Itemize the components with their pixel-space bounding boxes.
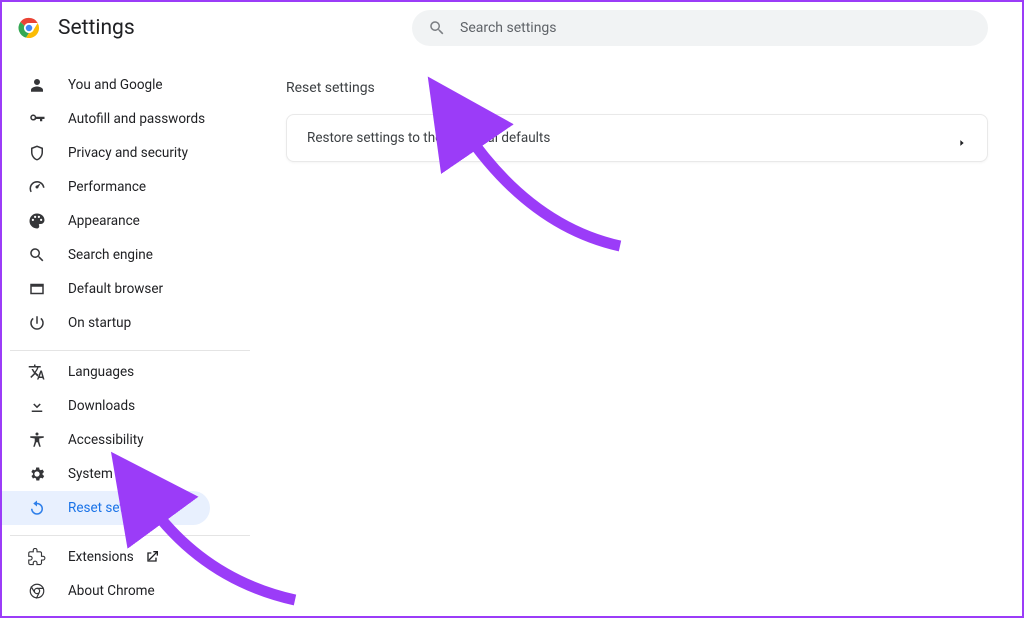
page-title: Settings — [58, 16, 135, 40]
sidebar-item-on-startup[interactable]: On startup — [0, 306, 210, 340]
translate-icon — [28, 363, 46, 381]
extension-icon — [28, 548, 46, 566]
open-external-icon — [144, 549, 160, 565]
person-icon — [28, 76, 46, 94]
reset-card: Restore settings to their original defau… — [286, 114, 988, 162]
search-icon — [28, 246, 46, 264]
chevron-right-icon — [957, 133, 967, 143]
accessibility-icon — [28, 431, 46, 449]
appearance-icon — [28, 212, 46, 230]
sidebar-item-search-engine[interactable]: Search engine — [0, 238, 210, 272]
sidebar-item-about-chrome[interactable]: About Chrome — [0, 574, 210, 608]
search-settings[interactable] — [412, 10, 988, 46]
key-icon — [28, 110, 46, 128]
sidebar-item-label: Downloads — [68, 398, 135, 414]
sidebar: You and Google Autofill and passwords Pr… — [0, 56, 260, 618]
sidebar-item-appearance[interactable]: Appearance — [0, 204, 210, 238]
browser-icon — [28, 280, 46, 298]
nav-group-footer: Extensions About Chrome — [0, 540, 260, 614]
sidebar-item-label: Languages — [68, 364, 134, 380]
nav-group-advanced: Languages Downloads Accessibility System… — [0, 355, 260, 531]
sidebar-item-privacy[interactable]: Privacy and security — [0, 136, 210, 170]
sidebar-item-you-and-google[interactable]: You and Google — [0, 68, 210, 102]
sidebar-item-autofill[interactable]: Autofill and passwords — [0, 102, 210, 136]
restore-defaults-label: Restore settings to their original defau… — [307, 130, 957, 146]
sidebar-item-reset-settings[interactable]: Reset settings — [0, 491, 210, 525]
sidebar-item-label: Accessibility — [68, 432, 144, 448]
sidebar-item-label: Appearance — [68, 213, 140, 229]
sidebar-item-label: Search engine — [68, 247, 153, 263]
sidebar-item-extensions[interactable]: Extensions — [0, 540, 210, 574]
sidebar-item-label: You and Google — [68, 77, 163, 93]
sidebar-item-system[interactable]: System — [0, 457, 210, 491]
sidebar-item-label: Performance — [68, 179, 146, 195]
header: Settings — [0, 0, 1024, 56]
chrome-logo-icon — [18, 17, 40, 39]
sidebar-item-label: Default browser — [68, 281, 163, 297]
nav-separator — [10, 535, 250, 536]
search-input[interactable] — [460, 20, 972, 36]
nav-separator — [10, 350, 250, 351]
speedometer-icon — [28, 178, 46, 196]
sidebar-item-performance[interactable]: Performance — [0, 170, 210, 204]
chrome-icon — [28, 582, 46, 600]
main-content: Reset settings Restore settings to their… — [260, 56, 1024, 618]
sidebar-item-label: Privacy and security — [68, 145, 188, 161]
search-icon — [428, 19, 446, 37]
nav-group-main: You and Google Autofill and passwords Pr… — [0, 68, 260, 346]
shield-icon — [28, 144, 46, 162]
sidebar-item-label: Reset settings — [68, 500, 154, 516]
sidebar-item-languages[interactable]: Languages — [0, 355, 210, 389]
sidebar-item-downloads[interactable]: Downloads — [0, 389, 210, 423]
sidebar-item-default-browser[interactable]: Default browser — [0, 272, 210, 306]
sidebar-item-label: About Chrome — [68, 583, 155, 599]
section-title: Reset settings — [286, 80, 988, 96]
reset-icon — [28, 499, 46, 517]
system-icon — [28, 465, 46, 483]
sidebar-item-accessibility[interactable]: Accessibility — [0, 423, 210, 457]
sidebar-item-label: System — [68, 466, 113, 482]
power-icon — [28, 314, 46, 332]
sidebar-item-label: Autofill and passwords — [68, 111, 205, 127]
sidebar-item-label: On startup — [68, 315, 131, 331]
download-icon — [28, 397, 46, 415]
sidebar-item-label: Extensions — [68, 549, 134, 565]
restore-defaults-row[interactable]: Restore settings to their original defau… — [287, 115, 987, 161]
